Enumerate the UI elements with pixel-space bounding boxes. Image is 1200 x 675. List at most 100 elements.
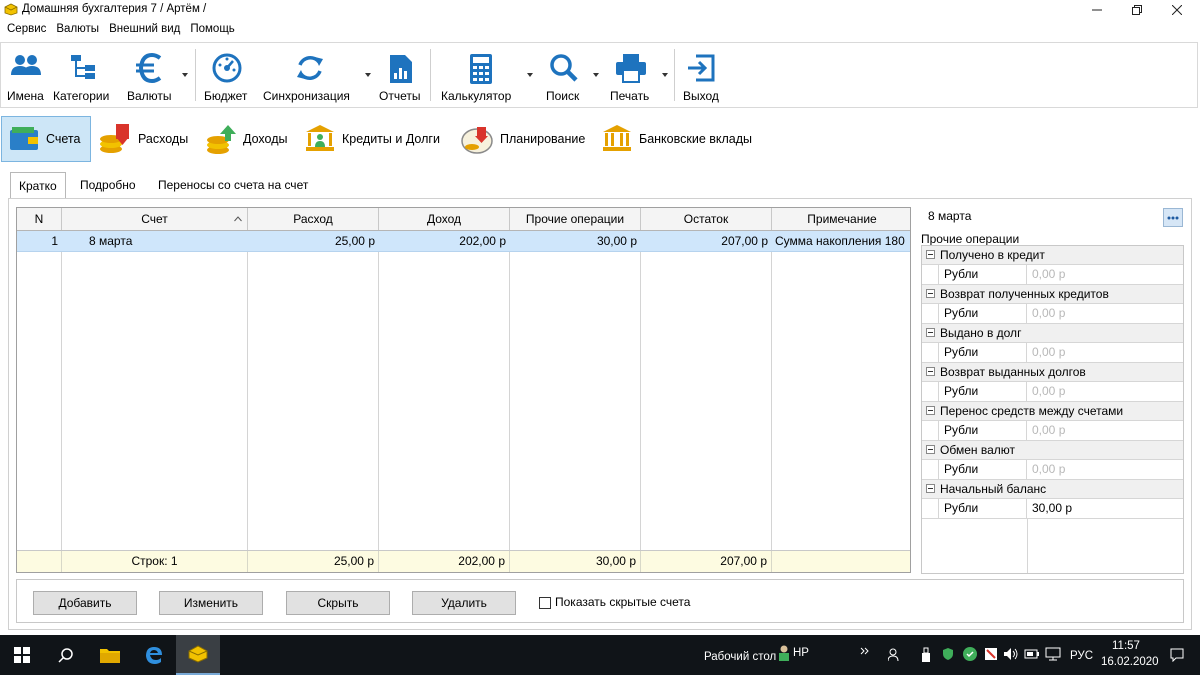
property-value[interactable]: 0,00 р (1028, 265, 1065, 284)
currencies-button[interactable]: Валюты (125, 43, 175, 107)
tab-transfers-label: Переносы со счета на счет (158, 178, 309, 192)
people-icon[interactable] (888, 648, 902, 662)
file-explorer-button[interactable] (88, 635, 132, 675)
language-indicator[interactable]: РУС (1070, 650, 1093, 662)
show-hidden-checkbox[interactable] (539, 597, 551, 609)
group-initial-balance[interactable]: Начальный баланс (922, 480, 1183, 499)
section-accounts[interactable]: Счета (1, 116, 91, 162)
clock-date[interactable]: 16.02.2020 (1101, 656, 1159, 668)
home-accounting-taskbar-button[interactable] (176, 635, 220, 675)
notifications-icon[interactable] (1170, 648, 1184, 662)
bank-people-icon (306, 125, 334, 151)
currencies-dropdown-icon[interactable] (182, 73, 188, 77)
delete-button[interactable]: Удалить (412, 591, 516, 615)
edge-browser-button[interactable] (132, 635, 176, 675)
property-value[interactable]: 0,00 р (1028, 304, 1065, 323)
accounts-grid[interactable]: N Счет Расход Доход Прочие операции Оста… (16, 207, 911, 573)
property-row[interactable]: Рубли 0,00 р (922, 421, 1183, 441)
categories-button[interactable]: Категории (53, 43, 115, 107)
group-returned-loans[interactable]: Возврат выданных долгов (922, 363, 1183, 382)
header-n[interactable]: N (17, 208, 62, 230)
more-options-button[interactable] (1163, 208, 1183, 227)
property-value[interactable]: 30,00 р (1028, 499, 1072, 518)
property-grid[interactable]: Получено в кредит Рубли 0,00 р Возврат по… (921, 245, 1184, 574)
edit-button[interactable]: Изменить (159, 591, 263, 615)
reports-button[interactable]: Отчеты (377, 43, 425, 107)
property-row[interactable]: Рубли 30,00 р (922, 499, 1183, 519)
menu-service[interactable]: Сервис (2, 23, 51, 35)
calculator-button[interactable]: Калькулятор (441, 43, 521, 107)
collapse-icon[interactable] (926, 445, 935, 454)
usb-icon[interactable] (920, 647, 932, 663)
collapse-icon[interactable] (926, 328, 935, 337)
print-button[interactable]: Печать (608, 43, 654, 107)
budget-button[interactable]: Бюджет (202, 43, 252, 107)
sync-status-icon[interactable] (962, 646, 978, 662)
header-other[interactable]: Прочие операции (510, 208, 641, 230)
property-row[interactable]: Рубли 0,00 р (922, 343, 1183, 363)
menu-help[interactable]: Помощь (185, 23, 239, 35)
show-hidden-label[interactable]: Показать скрытые счета (555, 595, 690, 609)
print-dropdown-icon[interactable] (662, 73, 668, 77)
collapse-icon[interactable] (926, 484, 935, 493)
section-deposits[interactable]: Банковские вклады (601, 116, 752, 162)
shield-icon[interactable] (942, 647, 954, 661)
add-button[interactable]: Добавить (33, 591, 137, 615)
group-currency-exchange[interactable]: Обмен валют (922, 441, 1183, 460)
taskbar-search-button[interactable] (44, 635, 88, 675)
calculator-label: Калькулятор (441, 89, 512, 103)
exit-button[interactable]: Выход (682, 43, 720, 107)
close-button[interactable] (1154, 0, 1200, 20)
header-note[interactable]: Примечание (772, 208, 910, 230)
property-value[interactable]: 0,00 р (1028, 382, 1065, 401)
desktop-label[interactable]: Рабочий стол (704, 651, 776, 663)
header-expense[interactable]: Расход (248, 208, 379, 230)
section-expenses[interactable]: Расходы (98, 116, 188, 162)
search-dropdown-icon[interactable] (593, 73, 599, 77)
header-account-label: Счет (141, 212, 168, 226)
collapse-icon[interactable] (926, 367, 935, 376)
clock-time[interactable]: 11:57 (1112, 640, 1140, 652)
collapse-icon[interactable] (926, 406, 935, 415)
property-value[interactable]: 0,00 р (1028, 421, 1065, 440)
collapse-icon[interactable] (926, 250, 935, 259)
user-label[interactable]: HP (793, 647, 809, 659)
section-planning[interactable]: Планирование (460, 116, 585, 162)
group-lent[interactable]: Выдано в долг (922, 324, 1183, 343)
calculator-dropdown-icon[interactable] (527, 73, 533, 77)
group-received-credit[interactable]: Получено в кредит (922, 246, 1183, 265)
sync-button[interactable]: Синхронизация (263, 43, 357, 107)
volume-icon[interactable] (1003, 647, 1019, 661)
property-value[interactable]: 0,00 р (1028, 343, 1065, 362)
group-returned-credits[interactable]: Возврат полученных кредитов (922, 285, 1183, 304)
start-button[interactable] (0, 635, 44, 675)
tab-short[interactable]: Кратко (10, 172, 66, 198)
tab-detailed[interactable]: Подробно (80, 172, 136, 198)
section-credits[interactable]: Кредиты и Долги (304, 116, 440, 162)
search-button[interactable]: Поиск (544, 43, 584, 107)
section-income[interactable]: Доходы (205, 116, 287, 162)
property-value[interactable]: 0,00 р (1028, 460, 1065, 479)
tab-transfers[interactable]: Переносы со счета на счет (158, 172, 308, 198)
header-income[interactable]: Доход (379, 208, 510, 230)
euro-icon (136, 53, 162, 83)
property-row[interactable]: Рубли 0,00 р (922, 460, 1183, 480)
group-transfers[interactable]: Перенос средств между счетами (922, 402, 1183, 421)
network-icon[interactable] (984, 647, 998, 661)
header-balance[interactable]: Остаток (641, 208, 772, 230)
property-row[interactable]: Рубли 0,00 р (922, 265, 1183, 285)
battery-icon[interactable] (1024, 647, 1040, 661)
menu-currencies[interactable]: Валюты (51, 23, 104, 35)
property-row[interactable]: Рубли 0,00 р (922, 304, 1183, 324)
names-button[interactable]: Имена (5, 43, 47, 107)
sync-dropdown-icon[interactable] (365, 73, 371, 77)
display-icon[interactable] (1045, 647, 1061, 661)
menu-appearance[interactable]: Внешний вид (104, 23, 185, 35)
property-row[interactable]: Рубли 0,00 р (922, 382, 1183, 402)
collapse-icon[interactable] (926, 289, 935, 298)
chevron-right-icon[interactable] (860, 647, 870, 655)
table-row[interactable]: 1 8 марта 25,00 р 202,00 р 30,00 р 207,0… (17, 231, 910, 252)
header-account[interactable]: Счет (62, 208, 248, 230)
hide-button[interactable]: Скрыть (286, 591, 390, 615)
section-planning-label: Планирование (500, 132, 586, 146)
